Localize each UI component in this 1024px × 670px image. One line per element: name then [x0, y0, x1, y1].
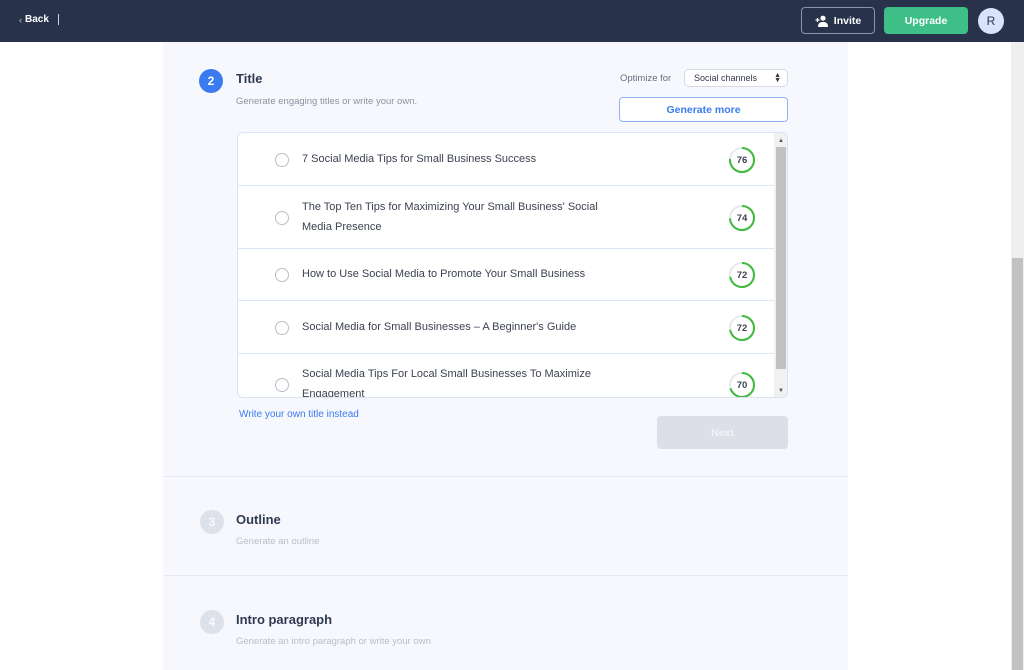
title-text: Social Media Tips For Local Small Busine… [302, 368, 591, 398]
score-badge: 72 [728, 261, 756, 289]
step-title: Outline [236, 512, 281, 527]
step-subtitle: Generate an outline [236, 536, 320, 547]
step-title: Title [236, 71, 263, 86]
title-radio[interactable] [275, 321, 289, 335]
step-subtitle: Generate an intro paragraph or write you… [236, 636, 431, 647]
add-user-icon [815, 15, 828, 27]
title-option[interactable]: How to Use Social Media to Promote Your … [238, 249, 774, 301]
optimize-for-value: Social channels [694, 73, 758, 83]
title-text: The Top Ten Tips for Maximizing Your Sma… [302, 201, 598, 233]
step-number-badge: 3 [200, 510, 224, 534]
step-title: Intro paragraph [236, 612, 333, 627]
score-value: 74 [736, 212, 748, 224]
top-bar: ‹ Back Invite Upgrade R [0, 0, 1024, 42]
chevron-left-icon: ‹ [19, 14, 22, 25]
title-radio[interactable] [275, 378, 289, 392]
title-option[interactable]: 7 Social Media Tips for Small Business S… [238, 133, 774, 186]
title-option[interactable]: Social Media for Small Businesses – A Be… [238, 301, 774, 354]
page-scrollbar-thumb[interactable] [1012, 258, 1023, 670]
score-badge: 72 [728, 314, 756, 342]
next-button[interactable]: Next [657, 416, 788, 449]
scroll-down-arrow-icon[interactable]: ▼ [774, 385, 787, 397]
section-divider [163, 476, 848, 477]
page-scrollbar[interactable] [1011, 42, 1024, 670]
title-text: Social Media for Small Businesses – A Be… [302, 321, 577, 333]
invite-button[interactable]: Invite [801, 7, 875, 34]
back-label: Back [25, 14, 49, 25]
score-value: 72 [736, 269, 748, 281]
title-text: 7 Social Media Tips for Small Business S… [302, 153, 537, 165]
score-badge: 76 [728, 146, 756, 174]
optimize-for-select[interactable]: Social channels ▲ ▼ [684, 69, 788, 87]
optimize-for-label: Optimize for [620, 73, 672, 84]
title-option[interactable]: The Top Ten Tips for Maximizing Your Sma… [238, 186, 774, 249]
separator [57, 14, 59, 25]
score-badge: 74 [728, 204, 756, 232]
score-value: 70 [736, 379, 748, 391]
title-radio[interactable] [275, 268, 289, 282]
generate-more-button[interactable]: Generate more [619, 97, 788, 122]
score-value: 72 [736, 322, 748, 334]
score-badge: 70 [728, 371, 756, 397]
title-options-list: 7 Social Media Tips for Small Business S… [237, 132, 788, 398]
scroll-up-arrow-icon[interactable]: ▲ [774, 135, 787, 147]
step-number-badge: 4 [200, 610, 224, 634]
upgrade-button[interactable]: Upgrade [884, 7, 968, 34]
invite-label: Invite [833, 14, 862, 27]
step-number-badge: 2 [199, 69, 223, 93]
list-scrollbar[interactable]: ▲ ▼ [774, 133, 787, 397]
title-radio[interactable] [275, 211, 289, 225]
avatar[interactable]: R [978, 8, 1004, 34]
back-button[interactable]: ‹ Back [19, 14, 59, 25]
select-arrows-icon: ▲ ▼ [774, 72, 781, 84]
step-subtitle: Generate engaging titles or write your o… [236, 96, 418, 107]
section-divider [163, 575, 848, 576]
title-text: How to Use Social Media to Promote Your … [302, 268, 586, 280]
list-scrollbar-thumb[interactable] [776, 147, 786, 369]
title-radio[interactable] [275, 153, 289, 167]
score-value: 76 [736, 154, 748, 166]
title-option[interactable]: Social Media Tips For Local Small Busine… [238, 354, 774, 398]
write-own-title-link[interactable]: Write your own title instead [239, 409, 359, 420]
